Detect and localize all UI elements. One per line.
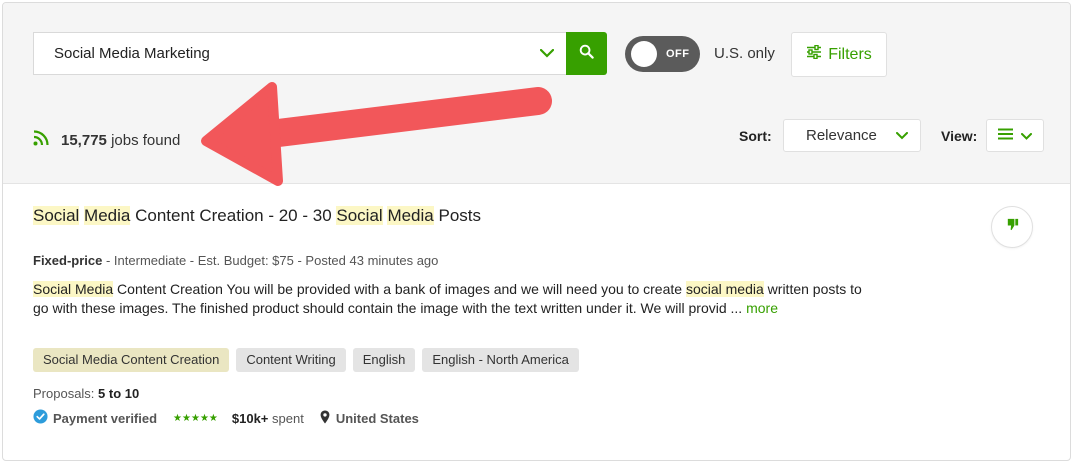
results-count-text: 15,775 jobs found — [61, 132, 180, 149]
desc-highlight: social media — [685, 281, 764, 297]
title-highlight: Social — [33, 206, 80, 225]
rss-icon[interactable] — [33, 130, 49, 150]
client-rating-stars: ★★★★★ — [173, 412, 218, 424]
client-spent-value: $10k+ — [231, 410, 269, 426]
view-dropdown[interactable] — [986, 119, 1044, 152]
desc-text: Content Creation You will be provided wi… — [117, 281, 683, 297]
proposals-value: 5 to 10 — [98, 386, 140, 401]
chevron-down-icon — [896, 127, 908, 144]
chevron-down-icon[interactable] — [527, 33, 567, 74]
job-search-panel: Social Media Marketing OFF U.S. only Fil… — [2, 2, 1071, 461]
sliders-icon — [806, 44, 822, 64]
view-label: View: — [941, 128, 978, 144]
skill-tag[interactable]: Content Writing — [236, 348, 346, 372]
client-location-label: United States — [335, 410, 419, 426]
chevron-down-icon — [1021, 127, 1032, 145]
more-link[interactable]: more — [746, 300, 778, 316]
client-location: United States — [320, 410, 419, 427]
results-suffix: jobs found — [111, 131, 181, 149]
us-only-toggle[interactable]: OFF — [625, 36, 700, 72]
title-text: Posts — [438, 206, 482, 225]
client-spent: $10k+ spent — [232, 411, 304, 426]
job-description: Social Media Content Creation You will b… — [33, 280, 863, 318]
payment-verified: Payment verified — [33, 409, 157, 427]
client-info: Payment verified ★★★★★ $10k+ spent Unite… — [33, 409, 419, 427]
search-toolbar — [3, 3, 1070, 184]
toggle-knob — [631, 41, 657, 67]
skill-tag[interactable]: English - North America — [422, 348, 579, 372]
location-pin-icon — [320, 410, 330, 427]
filters-label: Filters — [828, 45, 872, 63]
sort-dropdown[interactable]: Relevance — [783, 119, 921, 152]
client-spent-label: spent — [272, 410, 304, 426]
search-input[interactable]: Social Media Marketing — [33, 32, 567, 75]
title-highlight: Media — [84, 206, 131, 225]
title-highlight: Social — [336, 206, 383, 225]
search-query-text[interactable]: Social Media Marketing — [34, 45, 527, 62]
verified-check-icon — [33, 409, 48, 427]
sort-label: Sort: — [739, 128, 772, 144]
us-only-label: U.S. only — [714, 45, 775, 62]
results-summary: 15,775 jobs found — [33, 130, 180, 150]
search-button[interactable] — [566, 32, 607, 75]
title-highlight: Media — [387, 206, 434, 225]
sort-selected-value: Relevance — [806, 127, 877, 144]
results-count: 15,775 — [61, 131, 107, 149]
job-title[interactable]: Social Media Content Creation - 20 - 30 … — [33, 206, 481, 226]
proposals: Proposals: 5 to 10 — [33, 386, 139, 401]
search-icon — [579, 44, 594, 64]
desc-highlight: Social Media — [33, 281, 114, 297]
skill-tag[interactable]: Social Media Content Creation — [33, 348, 230, 372]
skill-tag[interactable]: English — [352, 348, 416, 372]
job-type: Fixed-price — [33, 253, 103, 268]
payment-verified-label: Payment verified — [53, 410, 158, 426]
toggle-state-label: OFF — [666, 48, 690, 60]
skill-tags: Social Media Content Creation Content Wr… — [33, 348, 579, 372]
thumbs-down-icon — [1005, 217, 1020, 237]
job-meta-details: - Intermediate - Est. Budget: $75 - Post… — [105, 253, 439, 268]
dislike-button[interactable] — [991, 206, 1033, 248]
proposals-label: Proposals: — [33, 386, 95, 401]
filters-button[interactable]: Filters — [791, 32, 887, 77]
title-text: Content Creation - 20 - 30 — [135, 206, 332, 225]
list-view-icon — [998, 127, 1013, 145]
job-meta: Fixed-price - Intermediate - Est. Budget… — [33, 253, 438, 268]
